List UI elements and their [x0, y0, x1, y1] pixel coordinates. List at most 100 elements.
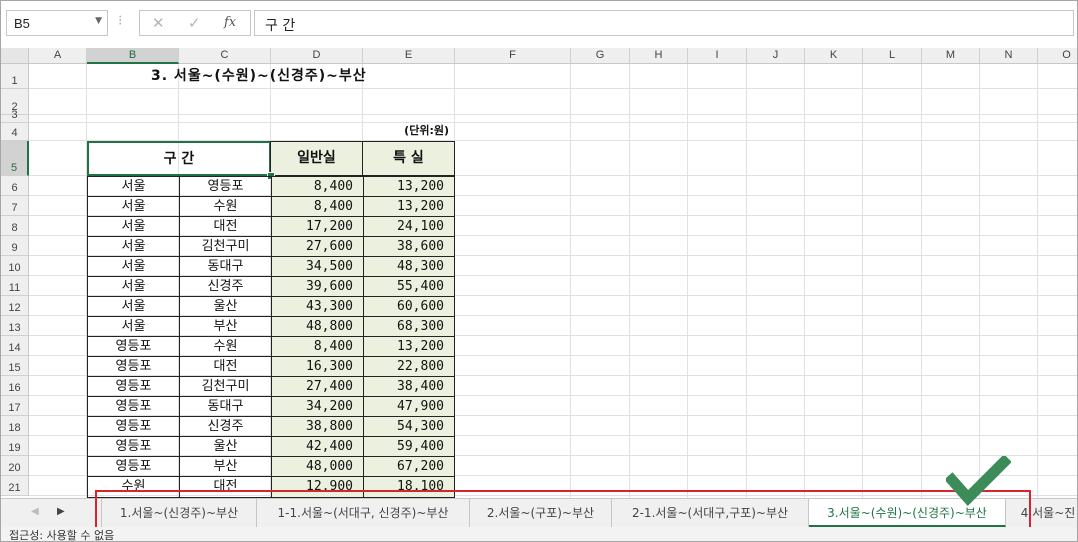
cell-special-fare[interactable]: 38,400: [363, 376, 455, 397]
row-header-1[interactable]: 1: [1, 64, 29, 89]
enter-icon[interactable]: ✓: [188, 14, 201, 32]
cell-special-fare[interactable]: 38,600: [363, 236, 455, 257]
column-header-i[interactable]: I: [688, 48, 747, 64]
cell-normal-fare[interactable]: 27,400: [271, 376, 364, 397]
cell-from[interactable]: 영등포: [87, 436, 180, 457]
cell-to[interactable]: 부산: [179, 316, 272, 337]
cell-from[interactable]: 영등포: [87, 456, 180, 477]
cell-normal-fare[interactable]: 12,900: [271, 476, 364, 498]
cell-special-fare[interactable]: 59,400: [363, 436, 455, 457]
cell-to[interactable]: 부산: [179, 456, 272, 477]
cell-normal-fare[interactable]: 8,400: [271, 196, 364, 217]
sheet-tab-4[interactable]: 2-1.서울~(서대구,구포)~부산: [612, 499, 809, 527]
column-header-j[interactable]: J: [747, 48, 805, 64]
row-header-11[interactable]: 11: [1, 276, 29, 296]
scroll-tabs-left-icon[interactable]: ◀: [31, 506, 39, 517]
column-header-k[interactable]: K: [805, 48, 863, 64]
row-header-10[interactable]: 10: [1, 256, 29, 276]
cell-special-fare[interactable]: 48,300: [363, 256, 455, 277]
cell-from[interactable]: 서울: [87, 316, 180, 337]
cell-special-fare[interactable]: 47,900: [363, 396, 455, 417]
cell-to[interactable]: 대전: [179, 476, 272, 498]
cell-normal-fare[interactable]: 48,000: [271, 456, 364, 477]
cell-to[interactable]: 수원: [179, 196, 272, 217]
column-header-d[interactable]: D: [271, 48, 363, 64]
cell-special-fare[interactable]: 24,100: [363, 216, 455, 237]
cell-normal-fare[interactable]: 27,600: [271, 236, 364, 257]
cell-from[interactable]: 영등포: [87, 356, 180, 377]
cell-special-fare[interactable]: 68,300: [363, 316, 455, 337]
cell-normal-fare[interactable]: 38,800: [271, 416, 364, 437]
row-header-16[interactable]: 16: [1, 376, 29, 396]
column-header-c[interactable]: C: [179, 48, 271, 64]
row-header-19[interactable]: 19: [1, 436, 29, 456]
sheet-tab-1[interactable]: 1.서울~(신경주)~부산: [101, 499, 257, 527]
cell-from[interactable]: 서울: [87, 196, 180, 217]
column-header-g[interactable]: G: [571, 48, 630, 64]
row-header-3[interactable]: 3: [1, 109, 29, 123]
chevron-down-icon[interactable]: ▼: [95, 16, 102, 26]
name-box[interactable]: B5 ▼: [6, 10, 108, 36]
row-header-21[interactable]: 21: [1, 476, 29, 496]
unit-label[interactable]: (단위:원): [369, 123, 449, 141]
cell-to[interactable]: 대전: [179, 216, 272, 237]
cell-special-fare[interactable]: 55,400: [363, 276, 455, 297]
cell-to[interactable]: 동대구: [179, 396, 272, 417]
cell-from[interactable]: 영등포: [87, 376, 180, 397]
column-header-n[interactable]: N: [980, 48, 1038, 64]
cell-to[interactable]: 수원: [179, 336, 272, 357]
cell-to[interactable]: 울산: [179, 436, 272, 457]
cell-special-fare[interactable]: 13,200: [363, 196, 455, 217]
header-route[interactable]: 구 간: [87, 141, 271, 176]
cell-from[interactable]: 서울: [87, 256, 180, 277]
cell-from[interactable]: 서울: [87, 176, 180, 197]
row-header-17[interactable]: 17: [1, 396, 29, 416]
cell-normal-fare[interactable]: 42,400: [271, 436, 364, 457]
cell-from[interactable]: 서울: [87, 216, 180, 237]
cell-special-fare[interactable]: 60,600: [363, 296, 455, 317]
cell-from[interactable]: 수원: [87, 476, 180, 498]
cell-normal-fare[interactable]: 34,500: [271, 256, 364, 277]
formula-input[interactable]: 구 간: [254, 10, 1074, 36]
more-options-icon[interactable]: ⁝: [118, 13, 122, 29]
cell-to[interactable]: 울산: [179, 296, 272, 317]
cell-special-fare[interactable]: 13,200: [363, 176, 455, 197]
cell-special-fare[interactable]: 22,800: [363, 356, 455, 377]
cell-special-fare[interactable]: 13,200: [363, 336, 455, 357]
scroll-tabs-right-icon[interactable]: ▶: [57, 506, 65, 517]
cell-normal-fare[interactable]: 48,800: [271, 316, 364, 337]
cell-from[interactable]: 서울: [87, 236, 180, 257]
column-header-o[interactable]: O: [1038, 48, 1077, 64]
insert-function-icon[interactable]: fx: [224, 15, 236, 30]
row-header-8[interactable]: 8: [1, 216, 29, 236]
row-header-7[interactable]: 7: [1, 196, 29, 216]
row-header-13[interactable]: 13: [1, 316, 29, 336]
row-header-6[interactable]: 6: [1, 176, 29, 196]
cell-normal-fare[interactable]: 16,300: [271, 356, 364, 377]
cell-normal-fare[interactable]: 34,200: [271, 396, 364, 417]
sheet-tab-6[interactable]: 4.서울~진: [1006, 499, 1077, 527]
column-header-a[interactable]: A: [29, 48, 87, 64]
row-header-12[interactable]: 12: [1, 296, 29, 316]
cell-to[interactable]: 대전: [179, 356, 272, 377]
row-header-20[interactable]: 20: [1, 456, 29, 476]
cell-from[interactable]: 서울: [87, 296, 180, 317]
cell-normal-fare[interactable]: 8,400: [271, 336, 364, 357]
cell-to[interactable]: 영등포: [179, 176, 272, 197]
cell-from[interactable]: 영등포: [87, 336, 180, 357]
row-header-9[interactable]: 9: [1, 236, 29, 256]
header-normal[interactable]: 일반실: [270, 141, 363, 176]
row-header-5[interactable]: 5: [1, 141, 29, 176]
select-all-corner[interactable]: [1, 48, 29, 64]
cell-from[interactable]: 서울: [87, 276, 180, 297]
row-header-14[interactable]: 14: [1, 336, 29, 356]
row-header-4[interactable]: 4: [1, 123, 29, 141]
cell-to[interactable]: 동대구: [179, 256, 272, 277]
cell-to[interactable]: 김천구미: [179, 376, 272, 397]
column-header-e[interactable]: E: [363, 48, 455, 64]
column-header-h[interactable]: H: [630, 48, 688, 64]
cell-to[interactable]: 신경주: [179, 416, 272, 437]
column-header-m[interactable]: M: [922, 48, 980, 64]
column-header-f[interactable]: F: [455, 48, 571, 64]
cell-normal-fare[interactable]: 8,400: [271, 176, 364, 197]
